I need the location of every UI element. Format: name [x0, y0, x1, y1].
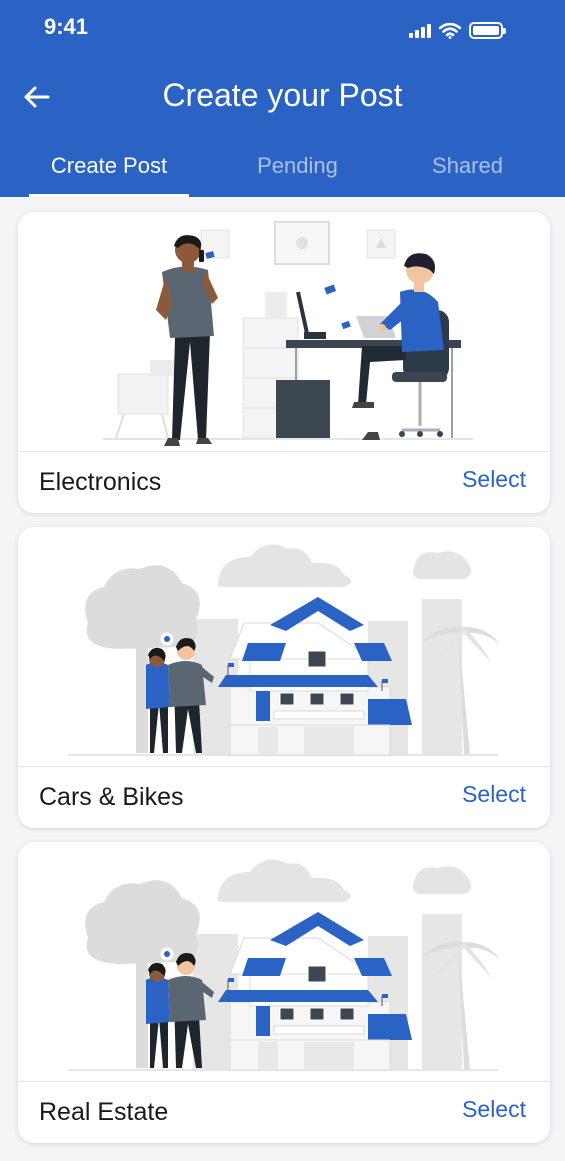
tab-pending[interactable]: Pending: [220, 143, 375, 197]
status-bar: 9:41: [0, 0, 565, 56]
house-couple-illustration: [68, 544, 500, 756]
battery-icon: [469, 22, 506, 39]
cellular-signal-icon: [409, 23, 431, 38]
office-workers-illustration: [103, 221, 473, 446]
tab-shared[interactable]: Shared: [395, 143, 540, 197]
wifi-icon: [439, 22, 461, 39]
status-time: 9:41: [44, 14, 89, 39]
select-button[interactable]: Select: [462, 781, 526, 808]
house-couple-illustration: [68, 859, 500, 1071]
category-card-electronics[interactable]: Electronics Select: [18, 212, 550, 513]
app-bar: 9:41 Create your Post Create Post Pendin…: [0, 0, 565, 197]
category-name: Electronics: [39, 468, 162, 496]
card-divider: [18, 1081, 550, 1082]
active-tab-indicator: [29, 194, 189, 197]
page-title: Create your Post: [162, 77, 403, 113]
tab-create-post[interactable]: Create Post: [29, 143, 189, 197]
card-divider: [18, 766, 550, 767]
select-button[interactable]: Select: [462, 466, 526, 493]
category-name: Real Estate: [39, 1098, 169, 1126]
select-button[interactable]: Select: [462, 1096, 526, 1123]
category-card-real-estate[interactable]: Real Estate Select: [18, 842, 550, 1143]
card-divider: [18, 451, 550, 452]
tab-bar: Create Post Pending Shared: [0, 143, 565, 197]
category-card-cars-bikes[interactable]: Cars & Bikes Select: [18, 527, 550, 828]
category-name: Cars & Bikes: [39, 783, 184, 811]
status-icons: [409, 22, 506, 39]
